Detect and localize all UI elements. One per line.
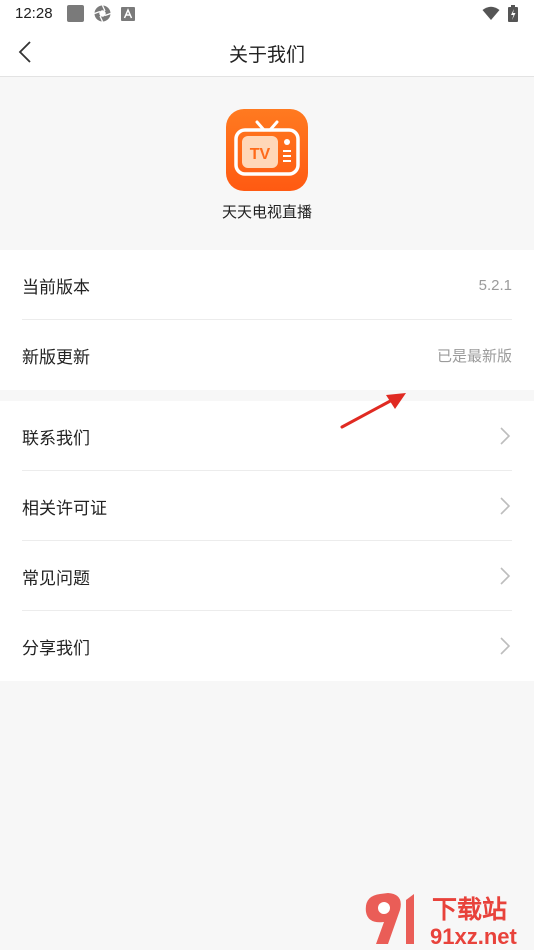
contact-us-label: 联系我们 xyxy=(22,428,90,449)
licenses-row[interactable]: 相关许可证 xyxy=(0,471,534,541)
wifi-icon xyxy=(482,6,500,20)
gallery-icon xyxy=(67,5,84,22)
faq-row[interactable]: 常见问题 xyxy=(0,541,534,611)
links-group: 联系我们 相关许可证 常见问题 分享我们 xyxy=(0,401,534,681)
battery-charging-icon xyxy=(508,5,518,22)
status-icons-left xyxy=(67,5,135,22)
app-name: 天天电视直播 xyxy=(221,203,312,221)
app-logo-text: TV xyxy=(250,146,271,163)
version-info-group: 当前版本 5.2.1 新版更新 已是最新版 xyxy=(0,250,534,390)
licenses-label: 相关许可证 xyxy=(22,498,107,519)
share-us-label: 分享我们 xyxy=(22,638,90,659)
check-update-label: 新版更新 xyxy=(22,347,90,368)
current-version-label: 当前版本 xyxy=(22,277,90,298)
chevron-right-icon xyxy=(500,567,511,585)
status-bar: 12:28 xyxy=(0,0,534,28)
update-status-value: 已是最新版 xyxy=(436,347,512,365)
watermark-url-text: 91xz.net xyxy=(430,924,517,948)
nav-bar: 关于我们 xyxy=(0,28,534,77)
contact-us-row[interactable]: 联系我们 xyxy=(0,401,534,471)
current-version-value: 5.2.1 xyxy=(478,276,512,294)
check-update-row[interactable]: 新版更新 已是最新版 xyxy=(0,320,534,390)
watermark-logo-text: 下载站 xyxy=(432,895,507,924)
chevron-right-icon xyxy=(500,427,511,445)
annotation-arrow-icon xyxy=(340,393,406,429)
status-time: 12:28 xyxy=(15,5,53,22)
status-icons-right xyxy=(482,5,518,22)
page-title: 关于我们 xyxy=(228,44,305,66)
current-version-row: 当前版本 5.2.1 xyxy=(0,250,534,320)
share-us-row[interactable]: 分享我们 xyxy=(0,611,534,681)
chevron-right-icon xyxy=(500,497,511,515)
font-icon xyxy=(121,6,135,21)
app-header: TV 天天电视直播 xyxy=(0,77,534,250)
aperture-icon xyxy=(94,5,111,22)
app-logo-icon: TV xyxy=(226,109,308,191)
watermark-logo: 下载站 91xz.net xyxy=(365,893,517,948)
chevron-right-icon xyxy=(500,637,511,655)
faq-label: 常见问题 xyxy=(22,568,90,589)
